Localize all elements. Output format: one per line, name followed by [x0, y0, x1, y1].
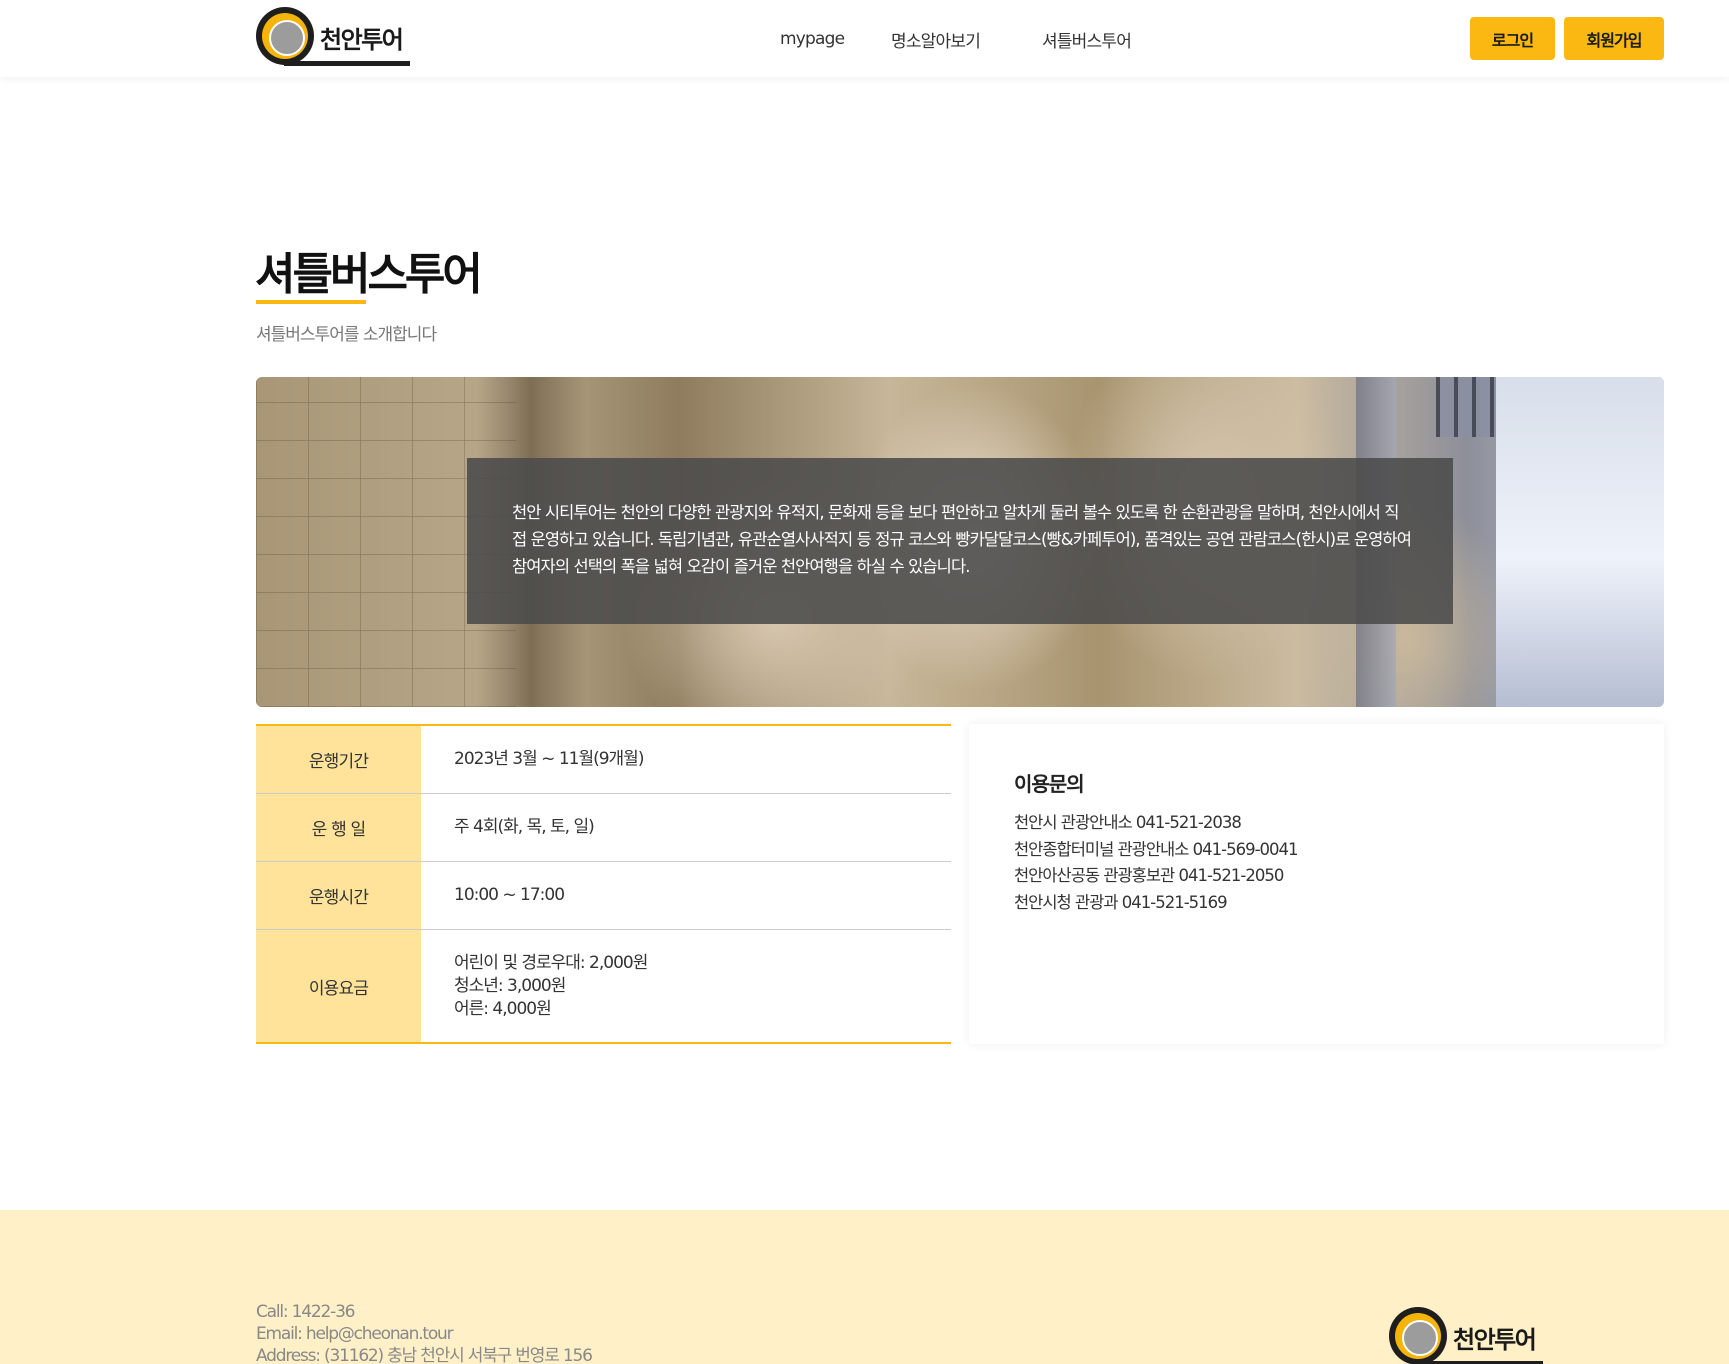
site-footer: Call: 1422-36 Email: help@cheonan.tour A… — [0, 1210, 1729, 1364]
contact-title: 이용문의 — [1014, 772, 1085, 796]
title-underline — [256, 300, 366, 304]
row-value: 10:00 ~ 17:00 — [421, 862, 951, 929]
signup-button[interactable]: 회원가입 — [1564, 17, 1664, 60]
logo-text: 천안투어 — [320, 25, 404, 54]
footer-address: Address: (31162) 충남 천안시 서북구 번영로 156 — [256, 1346, 593, 1364]
site-header: 천안투어 mypage 명소알아보기 셔틀버스투어 로그인 회원가입 — [0, 0, 1729, 77]
nav-item-mypage[interactable]: mypage — [780, 29, 845, 49]
row-value-line: 어린이 및 경로우대: 2,000원 — [454, 952, 648, 973]
row-label: 이용요금 — [256, 930, 421, 1042]
contact-card: 이용문의 천안시 관광안내소 041-521-2038 천안종합터미널 관광안내… — [969, 724, 1664, 1044]
row-value-line: 청소년: 3,000원 — [454, 975, 566, 996]
contact-item: 천안시청 관광과 041-521-5169 — [1014, 892, 1228, 912]
row-label: 운행시간 — [256, 862, 421, 929]
footer-contact-info: Call: 1422-36 Email: help@cheonan.tour A… — [256, 1301, 593, 1364]
footer-email: Email: help@cheonan.tour — [256, 1324, 454, 1344]
footer-call: Call: 1422-36 — [256, 1302, 355, 1322]
logo-underline — [284, 61, 410, 66]
table-row: 운 행 일 주 4회(화, 목, 토, 일) — [256, 794, 951, 862]
site-logo[interactable]: 천안투어 — [256, 6, 410, 66]
banner-text-box: 천안 시티투어는 천안의 다양한 관광지와 유적지, 문화재 등을 보다 편안하… — [467, 458, 1453, 624]
row-value: 2023년 3월 ~ 11월(9개월) — [421, 726, 951, 793]
logo-emblem-icon — [1389, 1307, 1447, 1364]
row-value: 주 4회(화, 목, 토, 일) — [421, 794, 951, 861]
login-button[interactable]: 로그인 — [1470, 17, 1555, 60]
row-value-line: 어른: 4,000원 — [454, 998, 552, 1019]
nav-item-shuttle-tour[interactable]: 셔틀버스투어 — [1042, 27, 1132, 52]
page-subtitle: 셔틀버스투어를 소개합니다 — [256, 325, 437, 345]
page-title: 셔틀버스투어 — [255, 249, 483, 300]
footer-logo[interactable]: 천안투어 — [1389, 1306, 1543, 1364]
contact-item: 천안종합터미널 관광안내소 041-569-0041 — [1014, 839, 1299, 859]
row-value: 어린이 및 경로우대: 2,000원 청소년: 3,000원 어른: 4,000… — [421, 930, 951, 1042]
row-label: 운행기간 — [256, 726, 421, 793]
contact-item: 천안아산공동 관광홍보관 041-521-2050 — [1014, 866, 1284, 885]
contact-list: 천안시 관광안내소 041-521-2038 천안종합터미널 관광안내소 041… — [1014, 810, 1299, 916]
contact-item: 천안시 관광안내소 041-521-2038 — [1014, 813, 1242, 832]
table-row: 이용요금 어린이 및 경로우대: 2,000원 청소년: 3,000원 어른: … — [256, 930, 951, 1042]
banner-sky — [1496, 377, 1664, 707]
intro-banner: 천안 시티투어는 천안의 다양한 관광지와 유적지, 문화재 등을 보다 편안하… — [256, 377, 1664, 707]
table-row: 운행기간 2023년 3월 ~ 11월(9개월) — [256, 726, 951, 794]
logo-emblem-icon — [256, 7, 314, 65]
row-label: 운 행 일 — [256, 794, 421, 861]
row-value-line: 10:00 ~ 17:00 — [454, 885, 565, 905]
table-row: 운행시간 10:00 ~ 17:00 — [256, 862, 951, 930]
banner-description: 천안 시티투어는 천안의 다양한 관광지와 유적지, 문화재 등을 보다 편안하… — [512, 503, 1412, 576]
logo-text: 천안투어 — [1453, 1325, 1537, 1354]
nav-item-attractions[interactable]: 명소알아보기 — [891, 27, 981, 52]
schedule-table: 운행기간 2023년 3월 ~ 11월(9개월) 운 행 일 주 4회(화, 목… — [256, 724, 951, 1044]
row-value-line: 2023년 3월 ~ 11월(9개월) — [454, 749, 644, 769]
row-value-line: 주 4회(화, 목, 토, 일) — [454, 817, 595, 837]
